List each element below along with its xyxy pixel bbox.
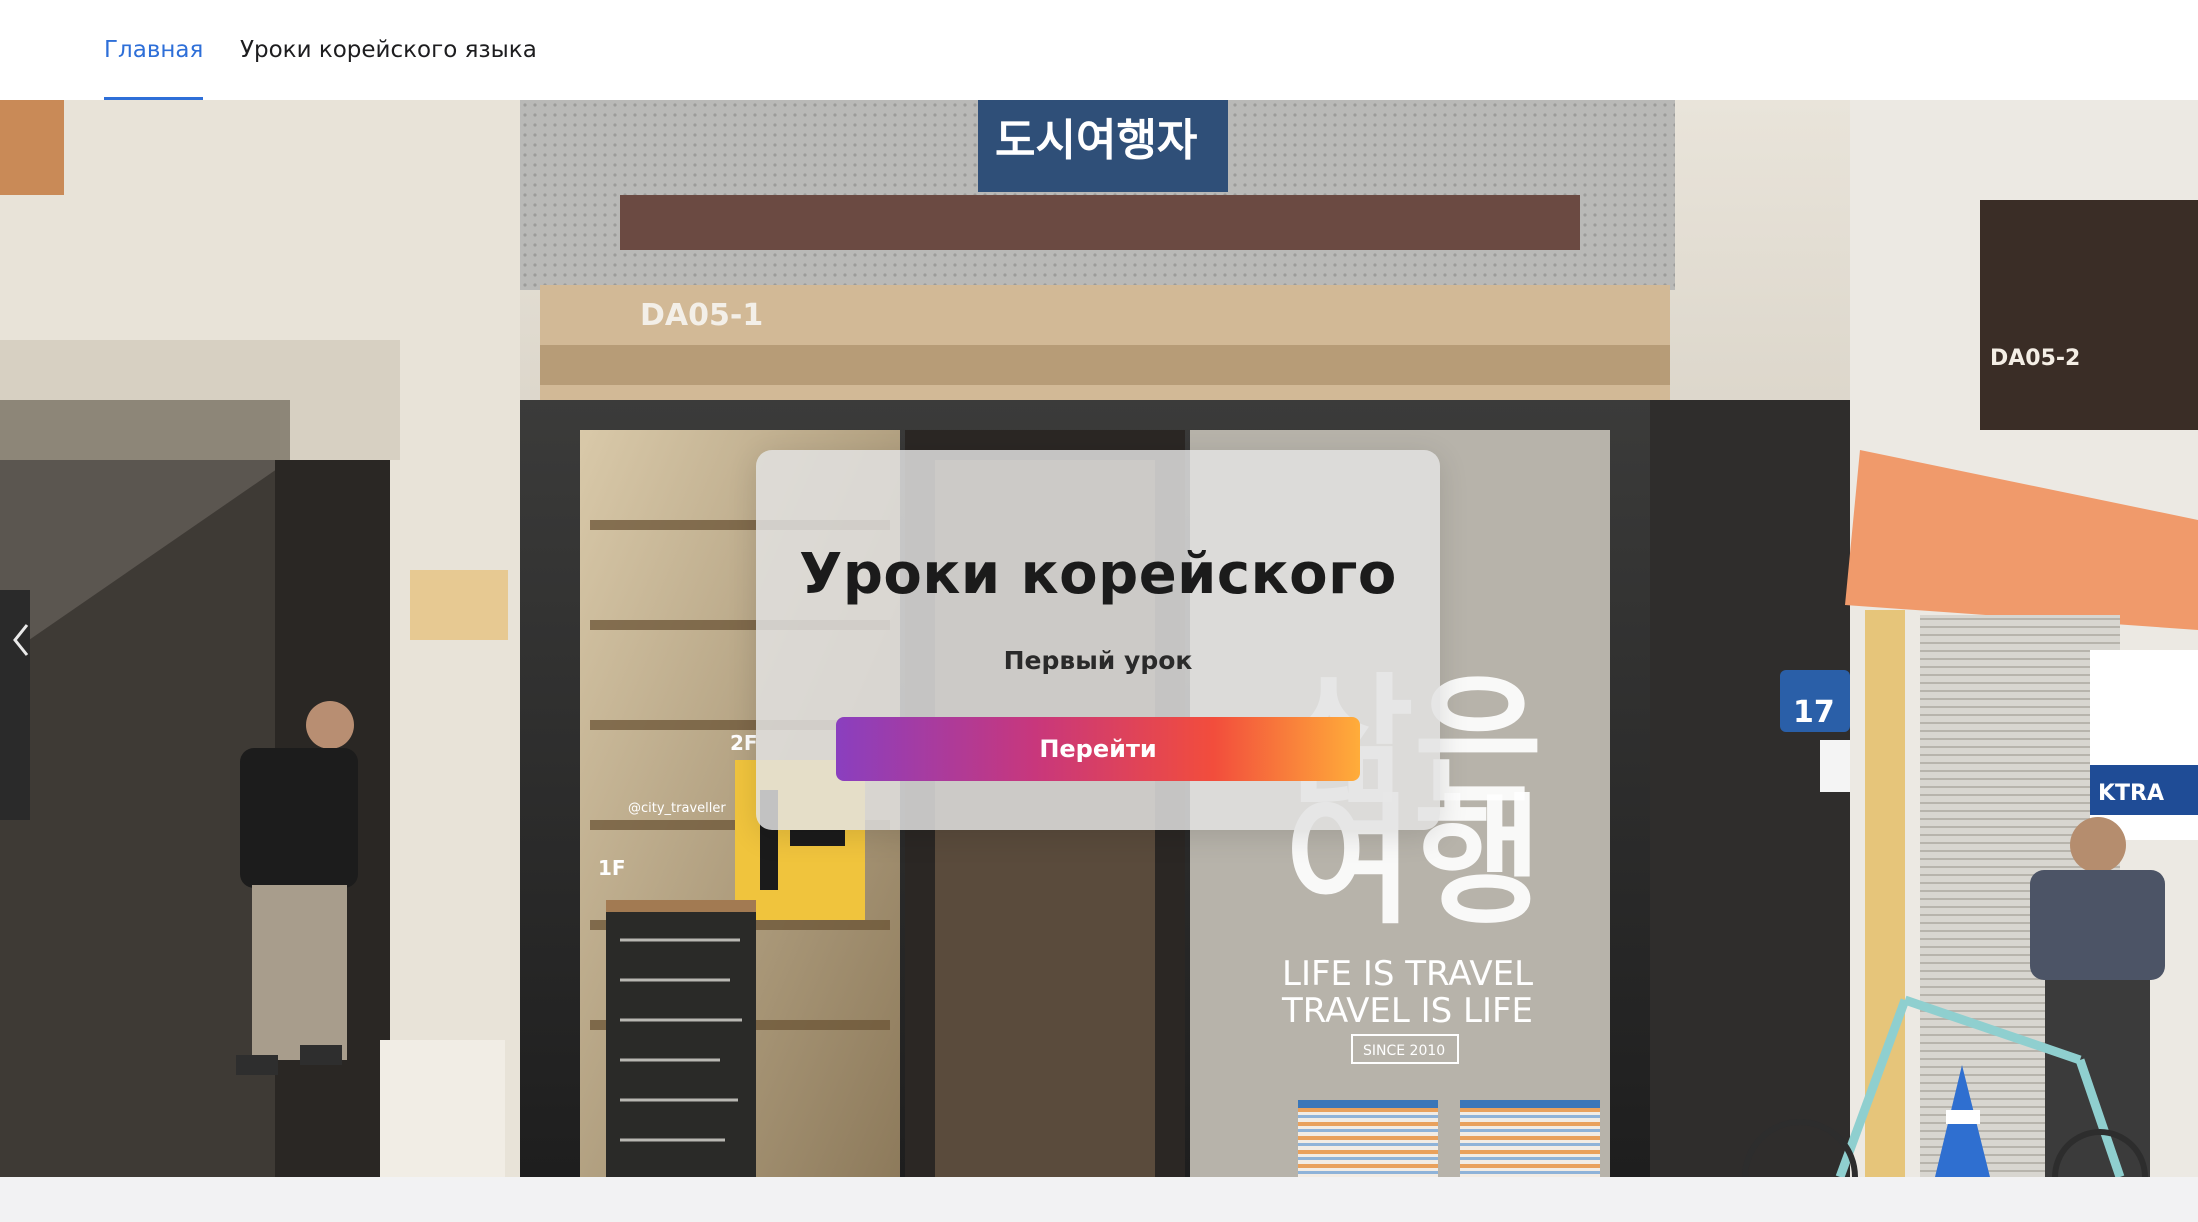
address-number: 17 bbox=[1793, 695, 1835, 730]
instagram-handle: @city_traveller bbox=[628, 801, 726, 816]
nav-item-korean-lessons[interactable]: Уроки корейского языка bbox=[240, 0, 537, 100]
floor-1f-label: 1F bbox=[598, 856, 626, 880]
shop-sign-right-text: KTRA bbox=[2098, 781, 2164, 806]
chevron-left-icon[interactable] bbox=[6, 620, 36, 660]
shop-sign-text: DA05-1 bbox=[640, 298, 763, 333]
page-footer-band bbox=[0, 1177, 2198, 1222]
neighbor-sign-text: DA05-2 bbox=[1990, 346, 2080, 371]
go-button[interactable]: Перейти bbox=[836, 717, 1360, 781]
card-title: Уроки корейского bbox=[799, 542, 1397, 607]
top-banner-text: 도시여행자 bbox=[995, 115, 1197, 166]
nav-item-home[interactable]: Главная bbox=[104, 0, 204, 100]
top-navbar: Главная Уроки корейского языка bbox=[0, 0, 2198, 100]
floor-2f-label: 2F bbox=[730, 731, 758, 755]
window-slogan-1: LIFE IS TRAVEL bbox=[1282, 954, 1533, 994]
window-slogan-2: TRAVEL IS LIFE bbox=[1281, 991, 1533, 1031]
hero-carousel: DA05-1 도시여행자 삶은 여행 LIFE IS TRAVEL TRAVEL… bbox=[0, 100, 2198, 1177]
lesson-card: Уроки корейского Первый урок Перейти bbox=[756, 450, 1440, 830]
card-subtitle: Первый урок bbox=[1003, 646, 1193, 675]
window-since: SINCE 2010 bbox=[1363, 1043, 1445, 1059]
